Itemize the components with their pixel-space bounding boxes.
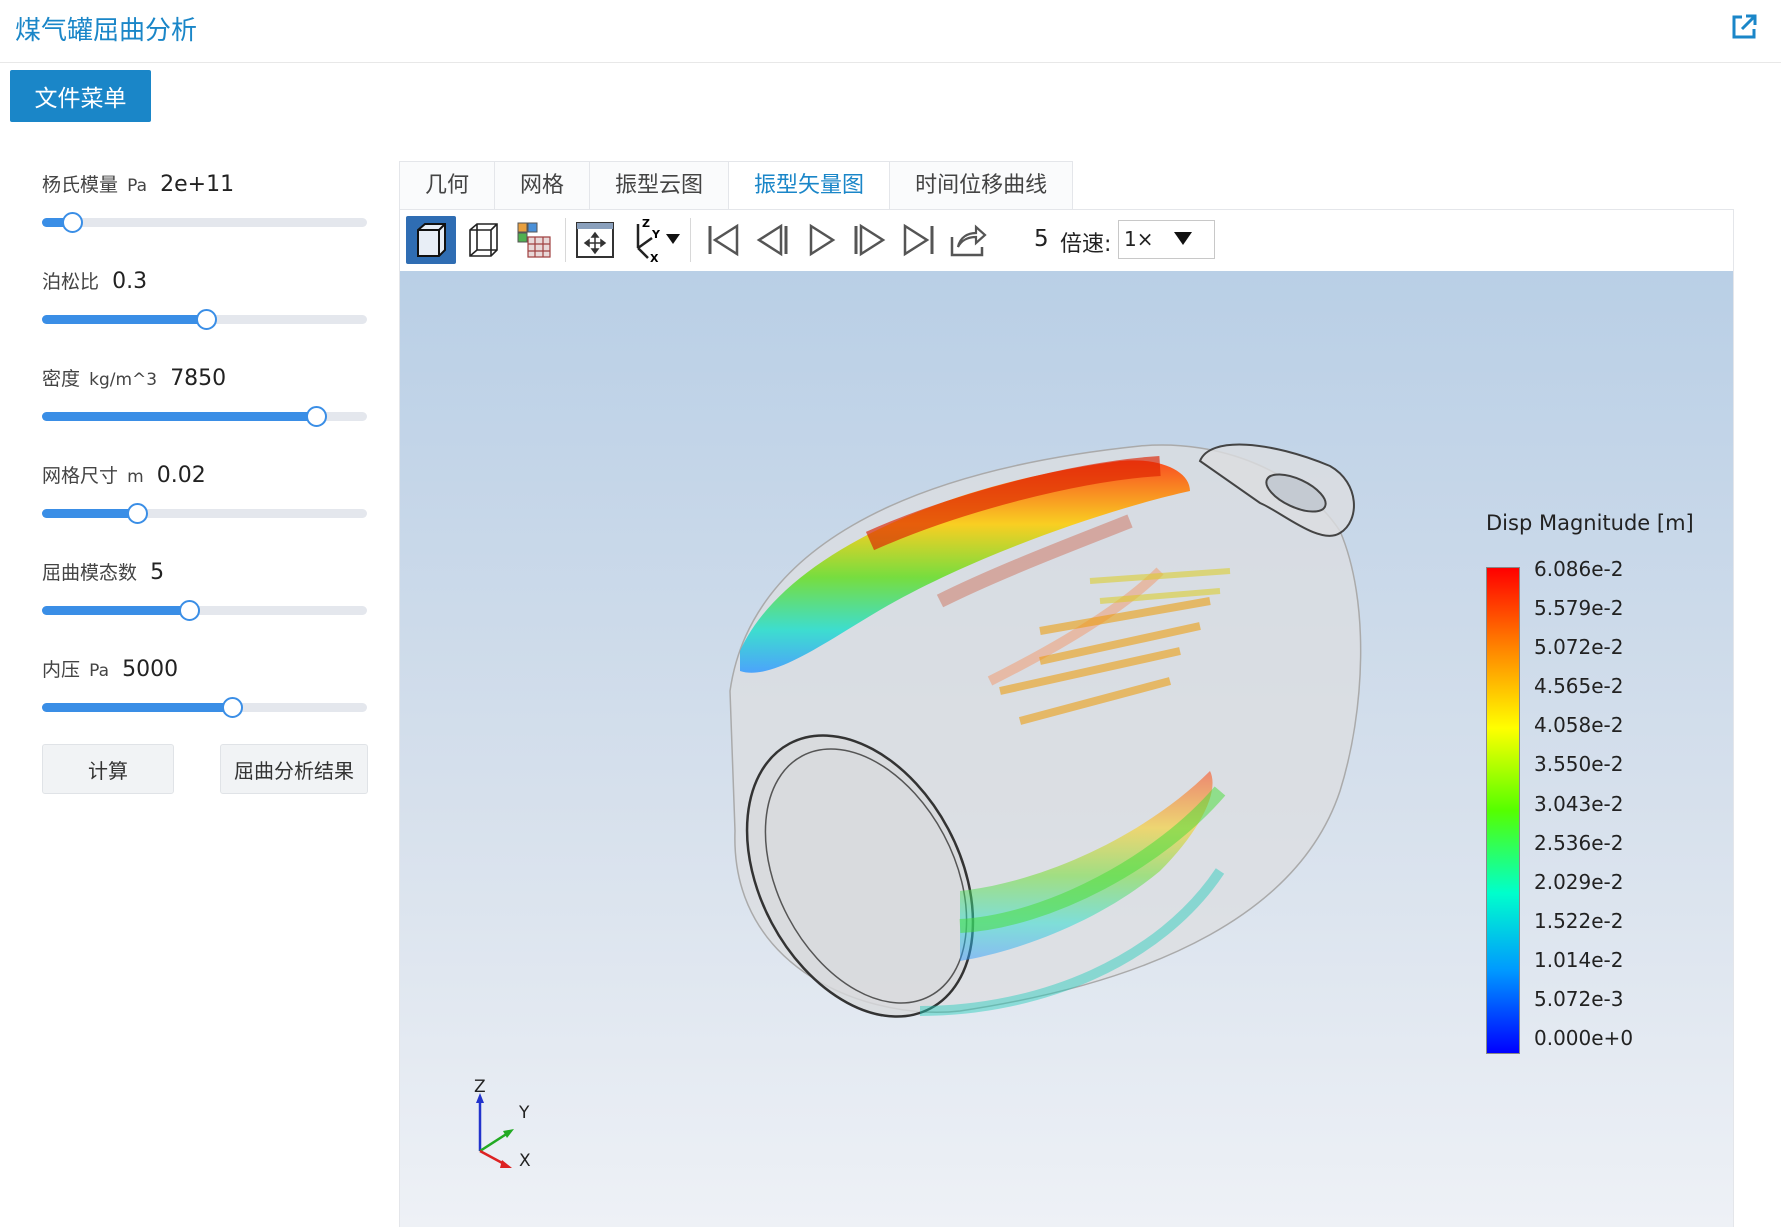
color-scale-bar — [1486, 567, 1520, 1054]
param-label: 密度 — [42, 368, 81, 390]
slider-fill — [42, 315, 205, 324]
slider-thumb[interactable] — [221, 697, 243, 718]
slider-thumb[interactable] — [179, 600, 201, 621]
param-value: 0.3 — [112, 269, 148, 294]
param-value: 7850 — [170, 366, 227, 391]
speed-label: 倍速: — [1060, 232, 1112, 257]
param-unit: Pa — [127, 176, 148, 196]
app-header: 煤气罐屈曲分析 — [0, 0, 1781, 63]
slider-thumb[interactable] — [306, 406, 327, 427]
slider-thumb[interactable] — [195, 309, 217, 330]
tab-mode-vector[interactable]: 振型矢量图 — [728, 161, 891, 209]
axis-y-label: Y — [519, 1103, 530, 1123]
axis-orient-icon[interactable]: ZY X — [625, 216, 685, 264]
legend-label: 5.579e-2 — [1534, 596, 1624, 620]
param-internal-pressure: 内压 Pa 5000 — [42, 655, 367, 718]
param-buckling-modes: 屈曲模态数 5 — [42, 558, 367, 621]
file-menu-button[interactable]: 文件菜单 — [10, 70, 151, 122]
svg-text:Z: Z — [642, 218, 650, 230]
legend-label: 5.072e-2 — [1534, 635, 1624, 659]
speed-value: 1× — [1124, 227, 1154, 251]
tab-mode-contour[interactable]: 振型云图 — [589, 161, 730, 209]
param-label: 网格尺寸 — [42, 465, 119, 487]
wireframe-view-icon[interactable] — [458, 216, 508, 264]
external-link-icon[interactable] — [1729, 12, 1759, 42]
density-slider[interactable] — [42, 406, 367, 427]
youngs-modulus-slider[interactable] — [42, 212, 367, 233]
legend-label: 4.565e-2 — [1534, 674, 1624, 698]
tab-mesh[interactable]: 网格 — [494, 161, 591, 209]
app-title: 煤气罐屈曲分析 — [15, 16, 198, 46]
play-icon[interactable] — [796, 216, 846, 264]
frame-number: 5 — [1034, 226, 1049, 252]
slider-fill — [42, 606, 189, 615]
compute-button[interactable]: 计算 — [42, 744, 174, 794]
view-tabs: 几何 网格 振型云图 振型矢量图 时间位移曲线 — [399, 161, 1074, 209]
svg-text:Y: Y — [651, 228, 661, 241]
axis-z-label: Z — [474, 1077, 486, 1097]
param-unit: Pa — [89, 661, 110, 681]
param-value: 5000 — [122, 657, 179, 682]
toolbar-separator — [565, 218, 566, 262]
legend-label: 1.014e-2 — [1534, 948, 1624, 972]
param-label: 泊松比 — [42, 271, 100, 293]
legend-label: 6.086e-2 — [1534, 557, 1624, 581]
last-frame-icon[interactable] — [894, 216, 944, 264]
slider-fill — [42, 509, 137, 518]
param-mesh-size: 网格尺寸 m 0.02 — [42, 461, 367, 524]
legend-label: 4.058e-2 — [1534, 713, 1624, 737]
poisson-ratio-slider[interactable] — [42, 309, 367, 330]
slider-fill — [42, 703, 231, 712]
param-unit: m — [127, 467, 144, 487]
param-value: 2e+11 — [160, 172, 235, 197]
tab-geometry[interactable]: 几何 — [399, 161, 496, 209]
buckling-results-button[interactable]: 屈曲分析结果 — [220, 744, 368, 794]
tab-time-displacement[interactable]: 时间位移曲线 — [889, 161, 1074, 209]
mesh-size-slider[interactable] — [42, 503, 367, 524]
speed-select[interactable]: 1× — [1118, 220, 1215, 259]
buckling-modes-slider[interactable] — [42, 600, 367, 621]
param-value: 5 — [150, 560, 165, 585]
param-youngs-modulus: 杨氏模量 Pa 2e+11 — [42, 170, 367, 233]
param-density: 密度 kg/m^3 7850 — [42, 364, 367, 427]
legend-title: Disp Magnitude [m] — [1486, 511, 1694, 535]
param-poisson-ratio: 泊松比 0.3 — [42, 267, 367, 330]
param-label: 屈曲模态数 — [42, 562, 138, 584]
viewer-toolbar: ZY X 5 倍速: 1× — [399, 209, 1734, 272]
legend-label: 3.043e-2 — [1534, 792, 1624, 816]
legend-label: 1.522e-2 — [1534, 909, 1624, 933]
svg-text:X: X — [650, 252, 659, 262]
3d-viewport[interactable]: Disp Magnitude [m] 6.086e-2 5.579e-2 5.0… — [399, 271, 1734, 1227]
tank-body — [729, 443, 1362, 1018]
internal-pressure-slider[interactable] — [42, 697, 367, 718]
slider-thumb[interactable] — [62, 212, 84, 233]
fit-view-icon[interactable] — [570, 216, 620, 264]
toolbar-separator — [690, 218, 691, 262]
export-icon[interactable] — [943, 216, 993, 264]
param-label: 杨氏模量 — [42, 174, 119, 196]
param-unit: kg/m^3 — [89, 370, 158, 390]
prev-frame-icon[interactable] — [747, 216, 797, 264]
axis-x-label: X — [519, 1151, 531, 1171]
param-value: 0.02 — [156, 463, 206, 488]
param-label: 内压 — [42, 659, 81, 681]
gas-tank-model — [729, 443, 1362, 1018]
legend-label: 2.536e-2 — [1534, 831, 1624, 855]
next-frame-icon[interactable] — [845, 216, 895, 264]
slider-thumb[interactable] — [127, 503, 149, 524]
slider-fill — [42, 412, 315, 421]
solid-view-icon[interactable] — [406, 216, 456, 264]
mesh-view-icon[interactable] — [510, 216, 560, 264]
legend-label: 2.029e-2 — [1534, 870, 1624, 894]
first-frame-icon[interactable] — [698, 216, 748, 264]
legend-label: 5.072e-3 — [1534, 987, 1624, 1011]
legend-label: 3.550e-2 — [1534, 752, 1624, 776]
chevron-down-icon — [1174, 232, 1192, 245]
legend-label: 0.000e+0 — [1534, 1026, 1634, 1050]
